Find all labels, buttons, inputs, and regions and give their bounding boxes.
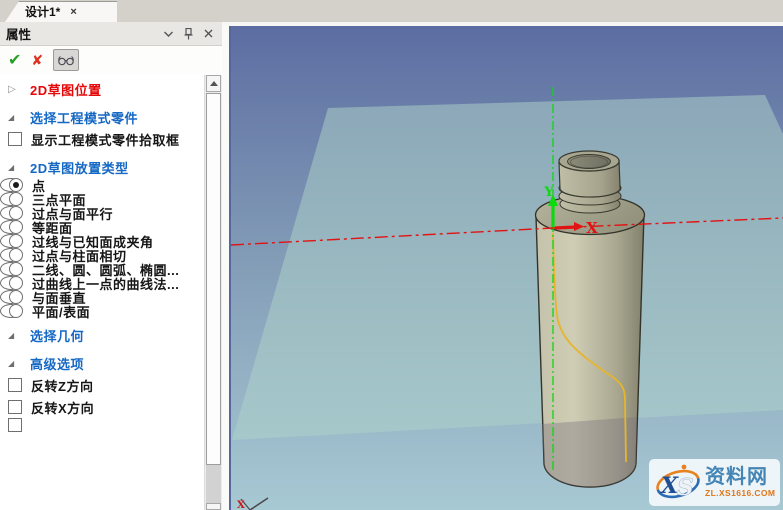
section-2d-sketch-placement-type[interactable]: ◢ 2D草图放置类型 [0,156,203,178]
radio-curve-normal-at-point[interactable]: 过曲线上一点的曲线法... [0,276,179,292]
radio-button[interactable] [9,206,23,220]
neck-opening [567,154,611,169]
section-select-engineering-part[interactable]: ◢ 选择工程模式零件 [0,106,203,128]
triad-x-label: X [237,500,245,510]
panel-scrollbar[interactable] [204,75,222,510]
cancel-x-icon[interactable]: ✘ [31,52,43,69]
radio-button[interactable] [9,304,23,318]
expand-icon[interactable]: ▷ [8,84,22,95]
radio-button[interactable] [9,220,23,234]
collapse-icon[interactable]: ◢ [8,163,22,172]
radio-button[interactable] [9,248,23,262]
scroll-up-button[interactable] [206,75,221,92]
checkbox [8,418,22,432]
checkbox-flip-z-direction[interactable]: 反转Z方向 [0,374,203,396]
row-label: 平面/表面 [32,304,91,320]
collapse-icon[interactable]: ◢ [8,331,22,340]
tab-close-icon[interactable]: × [70,6,76,18]
row-label: 2D草图位置 [30,82,102,98]
radio-offset-face[interactable]: 等距面 [0,220,72,236]
x-axis-label: X [586,219,598,237]
document-tab-bar: 设计1* × [0,0,783,23]
scroll-down-button[interactable] [206,503,221,510]
viewport-canvas[interactable]: Y X X [231,26,783,510]
x-axis-arrow-shaft[interactable] [554,225,577,230]
close-icon[interactable] [200,27,216,41]
radio-button[interactable] [9,192,23,206]
properties-panel: 属性 ✔ ✘ ▷ 2D草图位置 ◢ 选择工程模式零件 显示工程模式零件拾取框 ◢… [0,22,222,510]
row-label: 2D草图放置类型 [30,160,129,176]
row-label: 显示工程模式零件拾取框 [31,132,180,148]
panel-header: 属性 [0,22,222,46]
pin-icon[interactable] [180,27,196,41]
collapse-icon[interactable]: ◢ [8,359,22,368]
svg-text:S: S [677,474,694,501]
radio-button[interactable] [9,234,23,248]
section-advanced-options[interactable]: ◢ 高级选项 [0,352,203,374]
radio-through-point-parallel-face[interactable]: 过点与面平行 [0,206,113,222]
eyeglasses-icon [57,55,74,65]
section-2d-sketch-location[interactable]: ▷ 2D草图位置 [0,78,203,100]
watermark-logo-icon: X S [656,464,700,501]
radio-button[interactable] [9,262,23,276]
watermark-site-name: 资料网 [705,466,768,489]
radio-button[interactable] [9,290,23,304]
radio-two-lines-circle-arc-ellipse[interactable]: 二线、圆、圆弧、椭圆... [0,262,179,278]
panel-toolbar: ✔ ✘ [0,46,222,74]
scrollbar-track[interactable] [206,465,221,503]
row-label: 反转Z方向 [31,378,94,394]
radio-button[interactable] [9,276,23,290]
radio-point[interactable]: 点 [0,178,45,194]
tab-label: 设计1* [25,5,61,19]
checkbox-flip-x-direction[interactable]: 反转X方向 [0,396,203,418]
radio-perpendicular-to-face[interactable]: 与面垂直 [0,290,86,306]
y-axis-label: Y [543,185,554,200]
panel-title: 属性 [6,28,32,42]
watermark-site-url: ZL.XS1616.COM [705,488,776,499]
radio-three-point-plane[interactable]: 三点平面 [0,192,86,208]
application-window: 设计1* × 属性 ✔ ✘ ▷ 2D草图位置 ◢ 选择工程模式零件 显示工程模式… [0,0,783,510]
options-list: ▷ 2D草图位置 ◢ 选择工程模式零件显示工程模式零件拾取框 ◢ 2D草图放置类型点三点平… [0,76,203,510]
section-select-geometry[interactable]: ◢ 选择几何 [0,324,203,346]
row-label: 反转X方向 [31,400,95,416]
row-label: 高级选项 [30,356,85,372]
chevron-down-icon[interactable] [160,27,176,41]
row-label: 选择几何 [30,328,85,344]
clipped-row [0,418,203,432]
scrollbar-thumb[interactable] [206,93,221,465]
checkbox[interactable] [8,132,22,146]
radio-line-angle-to-known-face[interactable]: 过线与已知面成夹角 [0,234,153,250]
radio-button[interactable] [9,178,23,192]
collapse-icon[interactable]: ◢ [8,113,22,122]
checkbox-show-engineering-part-pickbox[interactable]: 显示工程模式零件拾取框 [0,128,203,150]
preview-glasses-button[interactable] [53,49,80,71]
viewport-3d[interactable]: Y X X X S 资料网 ZL.XS1616.COM [231,26,783,510]
confirm-check-icon[interactable]: ✔ [8,50,21,70]
plane-over-bottle-tint [542,417,637,487]
checkbox[interactable] [8,378,22,392]
svg-text:X: X [659,473,679,499]
radio-point-tangent-cylinder[interactable]: 过点与柱面相切 [0,248,126,264]
checkbox[interactable] [8,400,22,414]
row-label: 选择工程模式零件 [30,110,139,126]
tab-design1[interactable]: 设计1* × [5,1,117,22]
radio-plane-surface[interactable]: 平面/表面 [0,304,90,320]
watermark: X S 资料网 ZL.XS1616.COM [649,459,780,506]
